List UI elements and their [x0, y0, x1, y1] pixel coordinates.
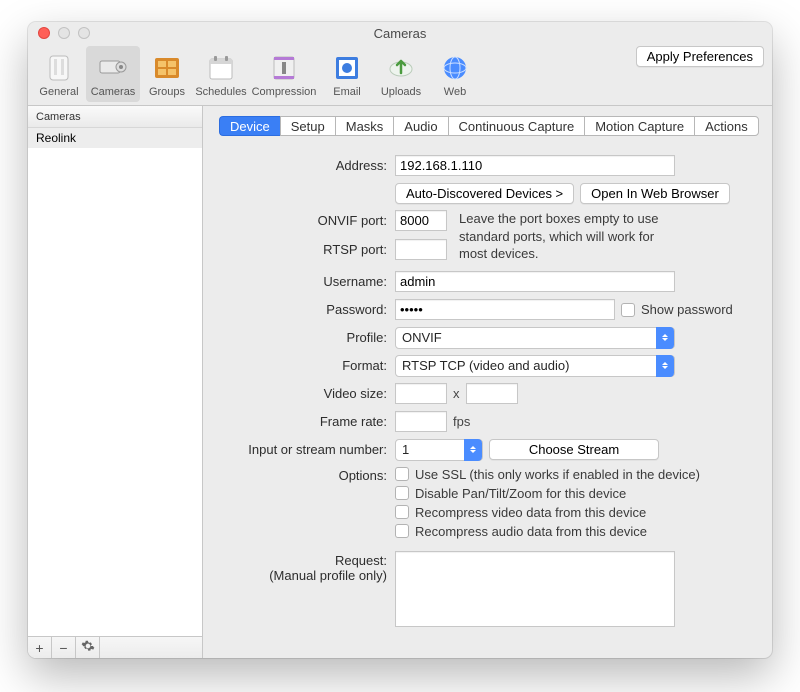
- recompress-audio-checkbox[interactable]: [395, 524, 409, 538]
- toolbar-compression[interactable]: Compression: [248, 46, 320, 102]
- stream-number-select[interactable]: 1: [395, 439, 483, 461]
- request-label: Request:: [221, 553, 387, 568]
- chevron-updown-icon: [656, 327, 674, 349]
- list-item[interactable]: Reolink: [28, 128, 202, 148]
- toolbar-schedules[interactable]: Schedules: [194, 46, 248, 102]
- format-value: RTSP TCP (video and audio): [402, 358, 569, 373]
- address-label: Address:: [221, 158, 395, 173]
- window-title: Cameras: [28, 26, 772, 41]
- plus-icon: +: [35, 640, 43, 656]
- add-button[interactable]: +: [28, 637, 52, 659]
- toolbar-label: Web: [444, 86, 466, 98]
- toolbar-label: Compression: [252, 86, 317, 98]
- format-select[interactable]: RTSP TCP (video and audio): [395, 355, 675, 377]
- show-password-checkbox[interactable]: [621, 303, 635, 317]
- profile-value: ONVIF: [402, 330, 442, 345]
- content: Device Setup Masks Audio Continuous Capt…: [203, 106, 772, 658]
- rtsp-port-label: RTSP port:: [221, 242, 395, 257]
- sidebar-footer: + −: [28, 636, 202, 658]
- request-textarea[interactable]: [395, 551, 675, 627]
- minus-icon: −: [59, 640, 67, 656]
- toolbar-email[interactable]: Email: [320, 46, 374, 102]
- sidebar-header: Cameras: [28, 106, 202, 128]
- tab-motion-capture[interactable]: Motion Capture: [584, 116, 694, 136]
- onvif-port-input[interactable]: [395, 210, 447, 231]
- rtsp-port-input[interactable]: [395, 239, 447, 260]
- toolbar-label: Schedules: [195, 86, 246, 98]
- tab-masks[interactable]: Masks: [335, 116, 394, 136]
- password-label: Password:: [221, 302, 395, 317]
- stream-number-label: Input or stream number:: [221, 442, 395, 457]
- x-label: x: [453, 386, 460, 401]
- use-ssl-checkbox[interactable]: [395, 467, 409, 481]
- toolbar-general[interactable]: General: [32, 46, 86, 102]
- toolbar-label: Cameras: [91, 86, 136, 98]
- toolbar-uploads[interactable]: Uploads: [374, 46, 428, 102]
- username-label: Username:: [221, 274, 395, 289]
- upload-icon: [385, 52, 417, 84]
- camera-icon: [97, 52, 129, 84]
- sidebar: Cameras Reolink + −: [28, 106, 203, 658]
- username-input[interactable]: [395, 271, 675, 292]
- tab-bar: Device Setup Masks Audio Continuous Capt…: [219, 116, 756, 136]
- option-label: Recompress audio data from this device: [415, 524, 647, 539]
- titlebar: Cameras: [28, 22, 772, 44]
- toolbar-cameras[interactable]: Cameras: [86, 46, 140, 102]
- profile-label: Profile:: [221, 330, 395, 345]
- toolbar-label: General: [39, 86, 78, 98]
- format-label: Format:: [221, 358, 395, 373]
- tab-device[interactable]: Device: [219, 116, 280, 136]
- remove-button[interactable]: −: [52, 637, 76, 659]
- preferences-window: Cameras General Cameras Groups Schedule: [28, 22, 772, 658]
- video-size-label: Video size:: [221, 386, 395, 401]
- open-in-browser-button[interactable]: Open In Web Browser: [580, 183, 730, 204]
- toolbar: General Cameras Groups Schedules Compres…: [28, 44, 772, 106]
- stamp-icon: [331, 52, 363, 84]
- compress-icon: [268, 52, 300, 84]
- fps-label: fps: [453, 414, 470, 429]
- actions-button[interactable]: [76, 637, 100, 659]
- toolbar-label: Email: [333, 86, 361, 98]
- address-input[interactable]: [395, 155, 675, 176]
- tab-actions[interactable]: Actions: [694, 116, 759, 136]
- show-password-label: Show password: [641, 302, 733, 317]
- option-label: Use SSL (this only works if enabled in t…: [415, 467, 700, 482]
- password-input[interactable]: [395, 299, 615, 320]
- stream-number-value: 1: [402, 442, 409, 457]
- video-width-input[interactable]: [395, 383, 447, 404]
- gear-icon: [81, 639, 95, 656]
- profile-select[interactable]: ONVIF: [395, 327, 675, 349]
- recompress-video-checkbox[interactable]: [395, 505, 409, 519]
- disable-ptz-checkbox[interactable]: [395, 486, 409, 500]
- globe-icon: [439, 52, 471, 84]
- device-form: Address: Auto-Discovered Devices > Open …: [215, 148, 760, 650]
- toolbar-label: Groups: [149, 86, 185, 98]
- option-label: Disable Pan/Tilt/Zoom for this device: [415, 486, 626, 501]
- calendar-icon: [205, 52, 237, 84]
- frame-rate-input[interactable]: [395, 411, 447, 432]
- camera-list: Reolink: [28, 128, 202, 636]
- toolbar-web[interactable]: Web: [428, 46, 482, 102]
- option-label: Recompress video data from this device: [415, 505, 646, 520]
- auto-discovered-button[interactable]: Auto-Discovered Devices >: [395, 183, 574, 204]
- chevron-updown-icon: [656, 355, 674, 377]
- video-height-input[interactable]: [466, 383, 518, 404]
- body: Cameras Reolink + − Device Setup Masks A: [28, 106, 772, 658]
- sliders-icon: [43, 52, 75, 84]
- tab-continuous-capture[interactable]: Continuous Capture: [448, 116, 585, 136]
- apply-preferences-button[interactable]: Apply Preferences: [636, 46, 764, 67]
- grid-icon: [151, 52, 183, 84]
- chevron-updown-icon: [464, 439, 482, 461]
- toolbar-groups[interactable]: Groups: [140, 46, 194, 102]
- tab-setup[interactable]: Setup: [280, 116, 335, 136]
- request-sublabel: (Manual profile only): [221, 568, 387, 583]
- frame-rate-label: Frame rate:: [221, 414, 395, 429]
- choose-stream-button[interactable]: Choose Stream: [489, 439, 659, 460]
- onvif-port-label: ONVIF port:: [221, 210, 395, 228]
- tab-audio[interactable]: Audio: [393, 116, 447, 136]
- options-label: Options:: [221, 467, 395, 483]
- toolbar-label: Uploads: [381, 86, 421, 98]
